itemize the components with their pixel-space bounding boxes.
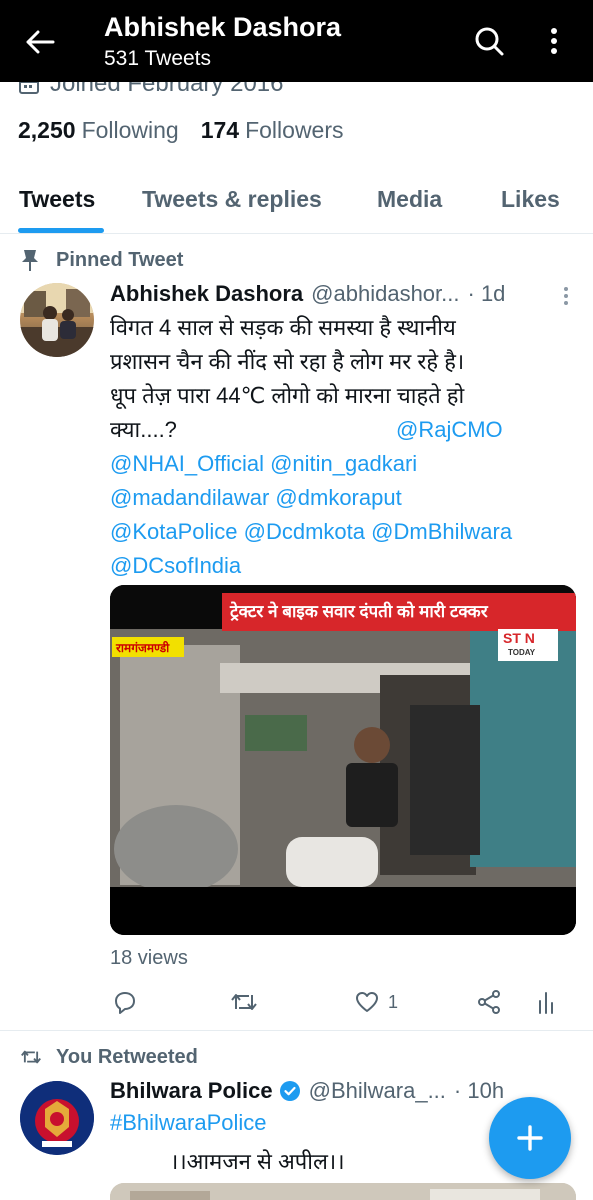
media-thumbnail bbox=[110, 1183, 576, 1200]
search-icon bbox=[475, 27, 504, 56]
mentions-line: @madandilawar @dmkoraput bbox=[110, 481, 580, 515]
following-label: Following bbox=[81, 117, 179, 143]
tweet-time[interactable]: · 10h bbox=[454, 1078, 504, 1104]
compose-plus-icon bbox=[517, 1125, 543, 1151]
mention-link[interactable]: @dmkoraput bbox=[275, 485, 401, 510]
mention-link[interactable]: @RajCMO bbox=[396, 413, 503, 447]
channel-logo-sub: TODAY bbox=[508, 648, 536, 657]
tweet-actions: 1 bbox=[110, 985, 580, 1019]
mention-link[interactable]: @NHAI_Official bbox=[110, 451, 264, 476]
mentions-line: @KotaPolice @Dcdmkota @DmBhilwara bbox=[110, 515, 580, 549]
analytics-icon bbox=[539, 992, 553, 1014]
mention-link[interactable]: @DCsofIndia bbox=[110, 553, 241, 578]
tweet-text-line: विगत 4 साल से सड़क की समस्या है स्थानीय bbox=[110, 315, 456, 340]
followers-link[interactable]: 174 Followers bbox=[201, 117, 344, 144]
following-link[interactable]: 2,250 Following bbox=[18, 117, 179, 144]
author-handle[interactable]: @Bhilwara_... bbox=[309, 1078, 446, 1104]
author-name[interactable]: Abhishek Dashora bbox=[110, 281, 303, 307]
mention-link[interactable]: @DmBhilwara bbox=[371, 519, 512, 544]
active-tab-indicator bbox=[18, 228, 104, 233]
tweet-text: ।।आमजन से अपील।। bbox=[170, 1149, 345, 1174]
avatar-photo bbox=[20, 283, 94, 357]
header-tweet-count: 531 Tweets bbox=[104, 47, 212, 70]
mentions-line: @DCsofIndia bbox=[110, 549, 580, 583]
pinned-context: Pinned Tweet bbox=[20, 246, 183, 274]
mention-link[interactable]: @Dcdmkota bbox=[244, 519, 365, 544]
profile-tabs: Tweets Tweets & replies Media Likes bbox=[0, 170, 593, 234]
search-button[interactable] bbox=[468, 20, 510, 62]
author-handle[interactable]: @abhidashor... bbox=[311, 281, 459, 307]
tweet-media[interactable] bbox=[110, 1183, 576, 1200]
mention-link[interactable]: @nitin_gadkari bbox=[270, 451, 417, 476]
more-vertical-icon bbox=[551, 28, 557, 54]
followers-label: Followers bbox=[245, 117, 344, 143]
analytics-button[interactable] bbox=[536, 985, 556, 1019]
verified-badge-icon bbox=[279, 1081, 300, 1101]
tweet-text: विगत 4 साल से सड़क की समस्या है स्थानीय … bbox=[110, 311, 580, 583]
mention-link[interactable]: @KotaPolice bbox=[110, 519, 238, 544]
tweet-header: Abhishek Dashora @abhidashor... · 1d bbox=[110, 281, 575, 307]
avatar[interactable] bbox=[20, 283, 94, 357]
tweet-more-button[interactable] bbox=[556, 284, 576, 308]
avatar[interactable] bbox=[20, 1081, 94, 1155]
author-name[interactable]: Bhilwara Police bbox=[110, 1078, 273, 1104]
channel-logo: ST N bbox=[503, 630, 535, 646]
retweet-context: You Retweeted bbox=[20, 1043, 198, 1071]
view-count: 18 views bbox=[110, 947, 188, 969]
reply-button[interactable] bbox=[112, 985, 138, 1019]
compose-tweet-button[interactable] bbox=[489, 1097, 571, 1179]
arrow-left-icon bbox=[26, 30, 55, 54]
following-count: 2,250 bbox=[18, 117, 76, 143]
tweet-text-line: क्या....? bbox=[110, 417, 177, 442]
tweet-header: Bhilwara Police @Bhilwara_... · 10h bbox=[110, 1078, 550, 1104]
tab-tweets-replies[interactable]: Tweets & replies bbox=[142, 186, 322, 213]
like-button[interactable]: 1 bbox=[354, 985, 398, 1019]
mention-link[interactable]: @madandilawar bbox=[110, 485, 269, 510]
pinned-label: Pinned Tweet bbox=[56, 248, 184, 271]
retweet-label: You Retweeted bbox=[56, 1045, 198, 1068]
police-logo bbox=[20, 1081, 94, 1155]
tweet-media-video[interactable]: ट्रेक्टर ने बाइक सवार दंपती को मारी टक्क… bbox=[110, 585, 576, 935]
share-icon bbox=[478, 990, 500, 1014]
tweet-time[interactable]: · 1d bbox=[468, 281, 506, 307]
video-location-tag: रामगंजमण्डी bbox=[116, 641, 170, 655]
followers-count: 174 bbox=[200, 117, 240, 143]
mentions-line: @NHAI_Official @nitin_gadkari bbox=[110, 447, 580, 481]
like-count: 1 bbox=[388, 991, 399, 1012]
more-options-button[interactable] bbox=[536, 20, 572, 62]
retweet-icon bbox=[21, 1050, 41, 1064]
tweet-text-line: धूप तेज़ पारा 44℃ लोगो को मारना चाहते हो bbox=[110, 383, 465, 408]
retweet-icon bbox=[231, 994, 257, 1010]
back-button[interactable] bbox=[18, 22, 62, 62]
reply-icon bbox=[115, 992, 135, 1014]
pin-icon bbox=[22, 250, 38, 271]
tweet-text-line: प्रशासन चैन की नींद सो रहा है लोग मर रहे… bbox=[110, 349, 465, 374]
profile-header: Abhishek Dashora 531 Tweets bbox=[0, 0, 593, 82]
more-vertical-icon bbox=[564, 287, 568, 305]
tweet-text-line-4: क्या....? @RajCMO bbox=[110, 413, 580, 447]
tab-media[interactable]: Media bbox=[377, 186, 442, 213]
tab-likes[interactable]: Likes bbox=[501, 186, 560, 213]
tab-tweets[interactable]: Tweets bbox=[19, 186, 95, 213]
video-banner-text: ट्रेक्टर ने बाइक सवार दंपती को मारी टक्क… bbox=[230, 602, 488, 621]
follow-stats: 2,250 Following 174 Followers bbox=[18, 117, 344, 144]
share-button[interactable] bbox=[476, 985, 502, 1019]
header-title: Abhishek Dashora bbox=[104, 12, 342, 42]
tweet-divider bbox=[0, 1030, 593, 1031]
heart-icon bbox=[356, 992, 378, 1012]
retweet-button[interactable] bbox=[230, 985, 258, 1019]
hashtag-link[interactable]: #BhilwaraPolice bbox=[110, 1110, 267, 1136]
